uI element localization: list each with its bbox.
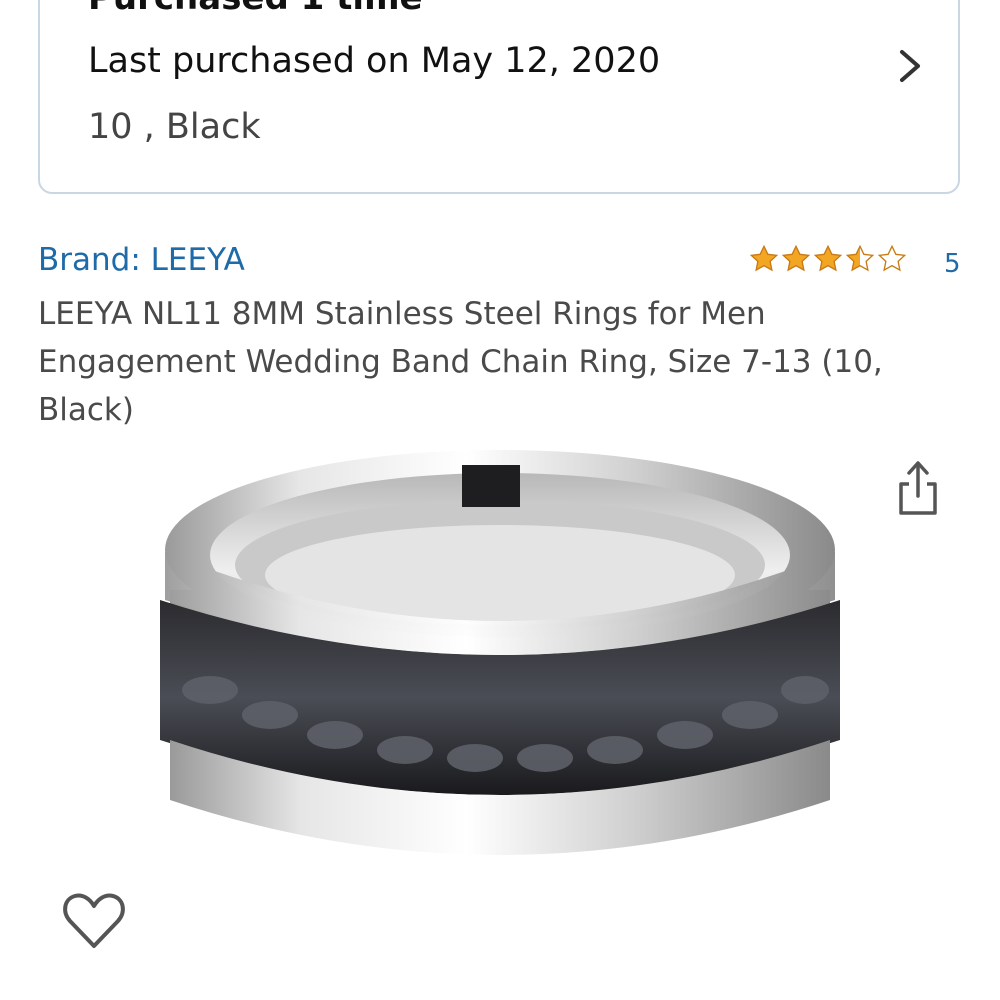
- chevron-right-icon[interactable]: [892, 46, 928, 86]
- share-icon[interactable]: [893, 458, 943, 518]
- purchase-history-card[interactable]: Purchased 1 time Last purchased on May 1…: [38, 0, 960, 194]
- rating-count-link[interactable]: 5: [944, 247, 961, 281]
- star-rating[interactable]: [748, 242, 908, 278]
- star-filled-icon: [749, 244, 779, 272]
- brand-link[interactable]: Brand: LEEYA: [38, 240, 245, 280]
- star-filled-icon: [781, 244, 811, 272]
- star-empty-icon: [877, 244, 907, 272]
- heart-outline-icon[interactable]: [60, 890, 128, 952]
- star-filled-icon: [813, 244, 843, 272]
- purchased-count-text: Purchased 1 time: [88, 0, 423, 18]
- star-half-icon: [845, 244, 875, 272]
- product-title: LEEYA NL11 8MM Stainless Steel Rings for…: [38, 296, 883, 428]
- product-page: Purchased 1 time Last purchased on May 1…: [0, 0, 1000, 1000]
- purchased-variant: 10 , Black: [88, 107, 261, 147]
- last-purchased-date: Last purchased on May 12, 2020: [88, 41, 661, 81]
- product-image[interactable]: [150, 440, 850, 880]
